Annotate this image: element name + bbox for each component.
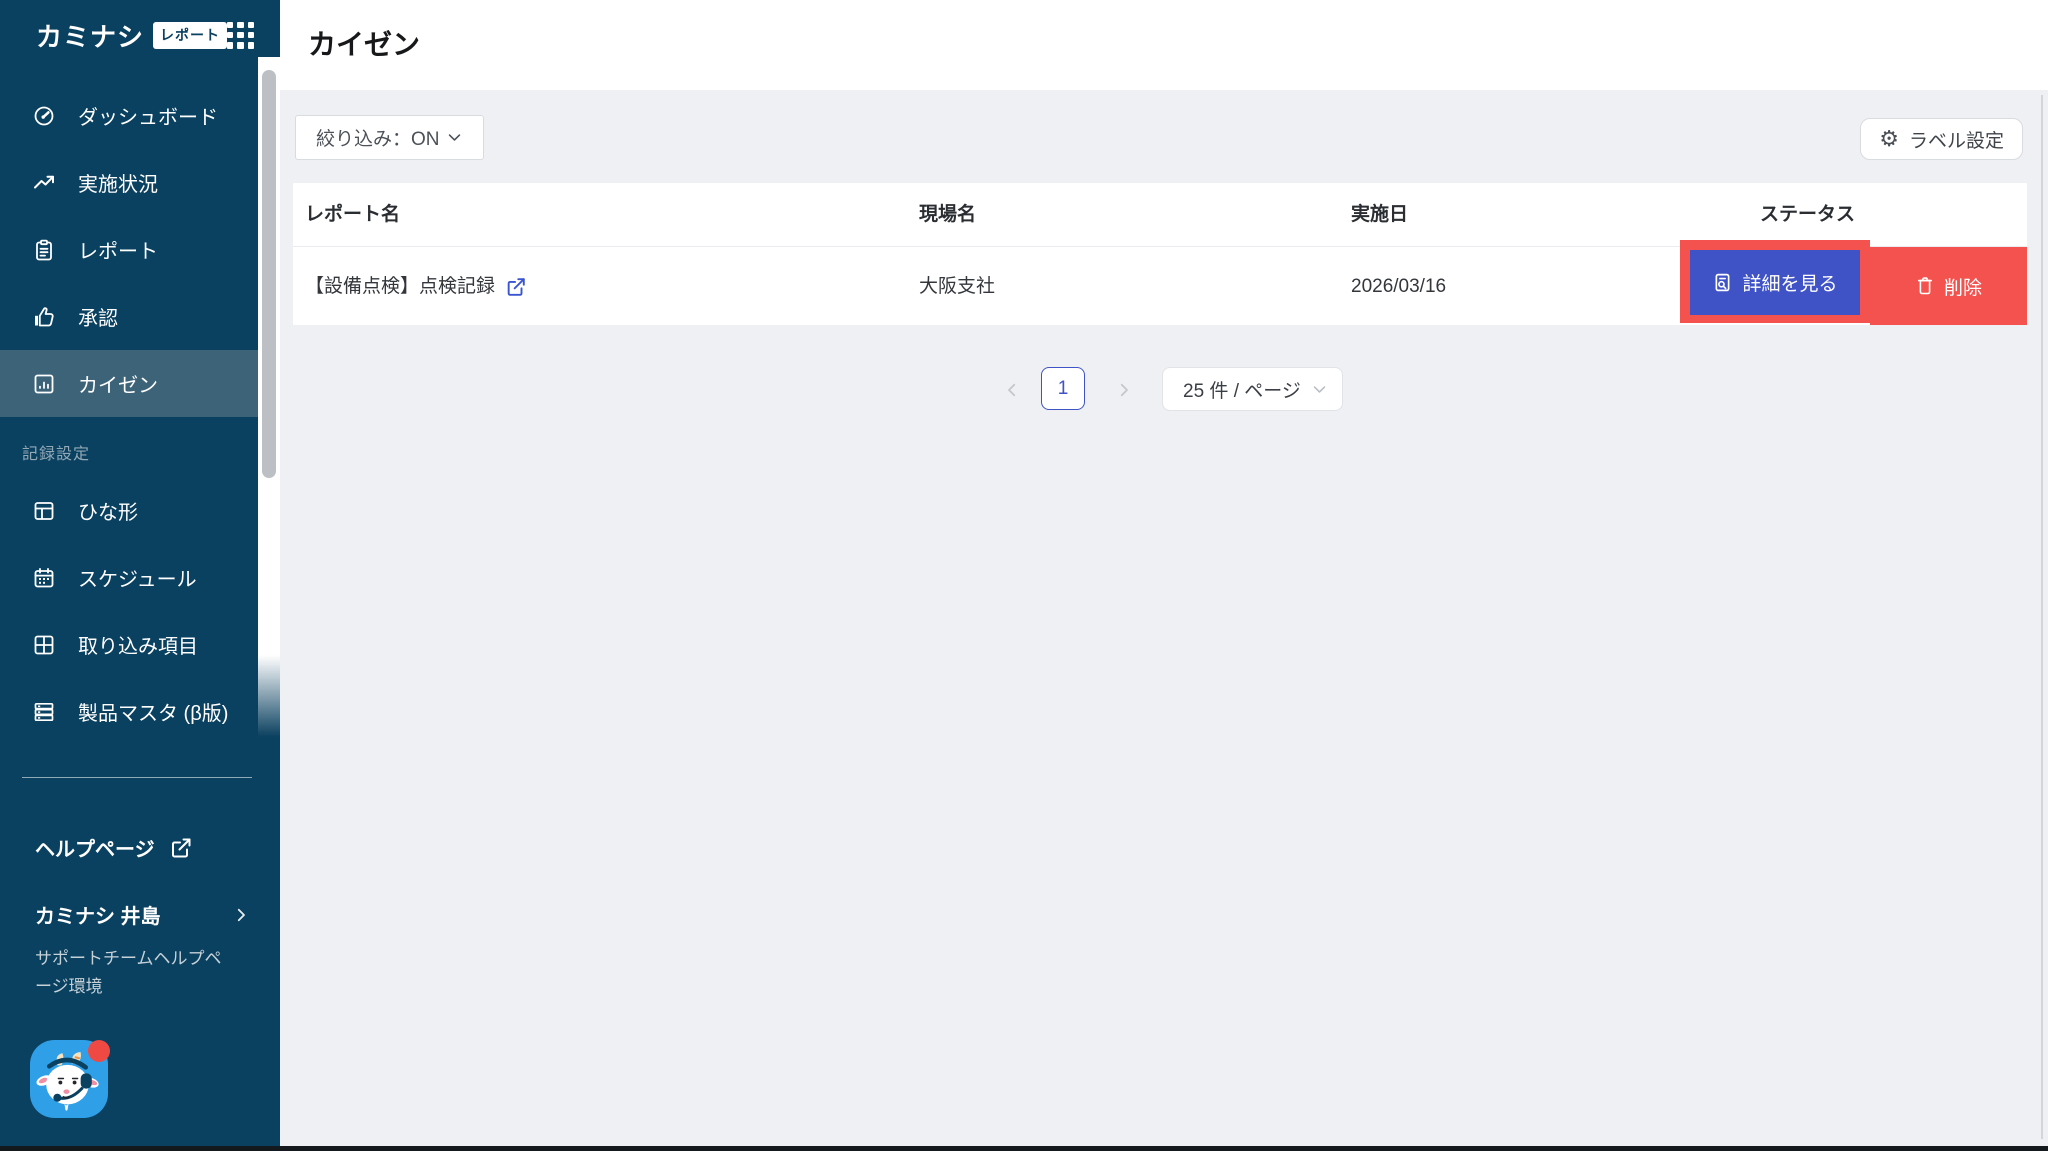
main-scrollbar-track[interactable] — [2041, 95, 2043, 1139]
sidebar-scrollbar-thumb[interactable] — [262, 70, 276, 478]
column-header-report-name: レポート名 — [305, 183, 400, 247]
date-cell: 2026/03/16 — [1351, 248, 1446, 325]
trash-icon — [1915, 276, 1935, 296]
sidebar-item-label: ダッシュボード — [78, 101, 218, 130]
kaizen-table: レポート名 現場名 実施日 ステータス 【設備点検】点検記録 大阪支社 2026… — [293, 183, 2027, 325]
label-settings-button[interactable]: ⚙ ラベル設定 — [1860, 118, 2023, 160]
sidebar-user-menu[interactable]: カミナシ 井島 — [35, 900, 250, 929]
grid-cells-icon — [32, 633, 56, 657]
sidebar-item-dashboard[interactable]: ダッシュボード — [0, 82, 280, 149]
window-bottom-edge — [0, 1146, 2048, 1151]
page-size-label: 25 件 / ページ — [1183, 376, 1301, 403]
column-header-status: ステータス — [1760, 183, 1855, 247]
sidebar-item-import-fields[interactable]: 取り込み項目 — [0, 611, 280, 678]
logo-badge: レポート — [153, 22, 227, 49]
sidebar-item-label: レポート — [78, 235, 158, 264]
sidebar-item-status[interactable]: 実施状況 — [0, 149, 280, 216]
layout-icon — [32, 499, 56, 523]
view-details-label: 詳細を見る — [1742, 269, 1837, 296]
report-name: 【設備点検】点検記録 — [305, 248, 495, 325]
sidebar-item-schedule[interactable]: スケジュール — [0, 544, 280, 611]
sidebar-item-approval[interactable]: 承認 — [0, 283, 280, 350]
table-header-row: レポート名 現場名 実施日 ステータス — [293, 183, 2027, 247]
site-cell: 大阪支社 — [919, 248, 995, 325]
calendar-icon — [32, 566, 56, 590]
sidebar-section-label: 記録設定 — [22, 440, 90, 464]
view-details-button[interactable]: 詳細を見る — [1690, 250, 1860, 315]
filter-dropdown[interactable]: 絞り込み：ON — [295, 115, 484, 160]
column-header-date: 実施日 — [1351, 183, 1408, 247]
app-window: カミナシ レポート ダッシュボード 実施状況 レポート 承認 — [0, 0, 2048, 1151]
app-switcher-icon[interactable] — [227, 22, 254, 49]
page-title: カイゼン — [308, 0, 420, 90]
chevron-down-icon — [446, 129, 463, 146]
chevron-down-icon — [1311, 381, 1328, 398]
clipboard-icon — [32, 238, 56, 262]
page-size-select[interactable]: 25 件 / ページ — [1162, 367, 1343, 411]
sidebar-item-label: 製品マスタ (β版) — [78, 697, 228, 726]
logo: カミナシ レポート — [36, 16, 254, 54]
environment-label: サポートチームヘルプページ環境 — [35, 945, 235, 1001]
sidebar-item-label: 実施状況 — [78, 168, 158, 197]
delete-label: 削除 — [1944, 273, 1982, 300]
report-name-cell: 【設備点検】点検記録 — [305, 248, 527, 325]
support-chat-launcher[interactable] — [30, 1040, 108, 1118]
sidebar-item-label: カイゼン — [78, 369, 158, 398]
sidebar-item-kaizen[interactable]: カイゼン — [0, 350, 280, 417]
pagination-prev-icon[interactable] — [1003, 380, 1021, 400]
sidebar: カミナシ レポート ダッシュボード 実施状況 レポート 承認 — [0, 0, 280, 1151]
sidebar-nav-settings: ひな形 スケジュール 取り込み項目 製品マスタ (β版) — [0, 477, 280, 745]
help-link-label: ヘルプページ — [35, 833, 155, 862]
sidebar-item-report[interactable]: レポート — [0, 216, 280, 283]
sidebar-scrollbar-track — [258, 57, 280, 737]
chevron-right-icon — [232, 906, 250, 924]
notification-badge — [88, 1040, 110, 1062]
sidebar-item-label: 取り込み項目 — [78, 630, 198, 659]
sidebar-item-product-master[interactable]: 製品マスタ (β版) — [0, 678, 280, 745]
filter-label: 絞り込み：ON — [316, 124, 440, 151]
bar-chart-icon — [32, 372, 56, 396]
main-area: カイゼン 絞り込み：ON ⚙ ラベル設定 レポート名 現場名 実施日 ステータス… — [280, 0, 2048, 1151]
delete-button[interactable]: 削除 — [1870, 247, 2027, 325]
sidebar-help-link[interactable]: ヘルプページ — [35, 833, 193, 862]
external-link-icon — [169, 836, 193, 860]
sidebar-item-template[interactable]: ひな形 — [0, 477, 280, 544]
gear-icon: ⚙ — [1879, 128, 1899, 150]
label-settings-label: ラベル設定 — [1909, 126, 2004, 153]
sidebar-item-label: ひな形 — [78, 496, 138, 525]
thumbs-up-icon — [32, 305, 56, 329]
sidebar-divider — [22, 777, 252, 778]
sidebar-item-label: 承認 — [78, 302, 118, 331]
trending-up-icon — [32, 171, 56, 195]
list-rows-icon — [32, 700, 56, 724]
gauge-icon — [32, 104, 56, 128]
page-header: カイゼン — [280, 0, 2048, 90]
sidebar-nav-main: ダッシュボード 実施状況 レポート 承認 カイゼン — [0, 82, 280, 417]
column-header-site: 現場名 — [919, 183, 976, 247]
pagination-next-icon[interactable] — [1115, 380, 1133, 400]
user-name: カミナシ 井島 — [35, 900, 161, 929]
sidebar-item-label: スケジュール — [78, 563, 197, 592]
logo-text: カミナシ — [36, 17, 144, 54]
page-number: 1 — [1058, 378, 1069, 400]
annotation-highlight: 詳細を見る — [1680, 240, 1870, 323]
file-search-icon — [1712, 272, 1733, 293]
external-link-icon[interactable] — [505, 276, 527, 298]
pagination-page-1[interactable]: 1 — [1041, 367, 1085, 410]
